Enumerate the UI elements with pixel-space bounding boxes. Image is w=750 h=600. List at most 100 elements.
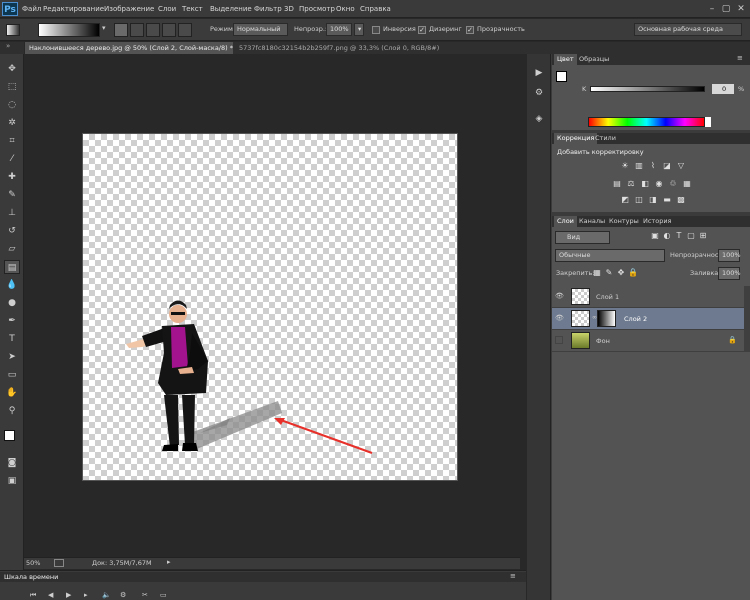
workspace-select[interactable]: Основная рабочая среда <box>634 23 742 36</box>
eye-icon[interactable]: 👁 <box>555 314 564 322</box>
properties-panel-icon[interactable]: ◈ <box>531 112 547 126</box>
eye-icon[interactable]: 👁 <box>555 292 564 300</box>
play-icon[interactable]: ▶ <box>66 591 71 599</box>
filter-type-icon[interactable]: T <box>674 231 684 241</box>
tab-color[interactable]: Цвет <box>554 54 577 65</box>
status-icon[interactable] <box>54 559 64 567</box>
tab-adjustments[interactable]: Коррекция <box>554 133 598 144</box>
pen-tool-icon[interactable]: ✒ <box>4 314 20 328</box>
layer-name[interactable]: Слой 2 <box>624 315 647 323</box>
opacity-input[interactable]: 100% <box>326 23 352 36</box>
selective-color-icon[interactable]: ▩ <box>676 195 686 205</box>
menu-select[interactable]: Выделение <box>210 0 252 18</box>
history-brush-tool-icon[interactable]: ↺ <box>4 224 20 238</box>
maximize-icon[interactable]: ▢ <box>720 3 732 15</box>
panel-menu-icon[interactable]: ≡ <box>510 572 516 580</box>
hue-saturation-icon[interactable]: ▤ <box>612 179 622 189</box>
tab-paths[interactable]: Контуры <box>606 216 642 227</box>
diamond-gradient-icon[interactable] <box>178 23 192 37</box>
layer-name[interactable]: Слой 1 <box>596 293 619 301</box>
marquee-tool-icon[interactable]: ⬚ <box>4 80 20 94</box>
lock-pixels-icon[interactable]: ✎ <box>604 268 614 278</box>
lasso-tool-icon[interactable]: ◌ <box>4 98 20 112</box>
brush-panel-icon[interactable]: ⚙ <box>531 86 547 100</box>
channel-mixer-icon[interactable]: ♲ <box>668 179 678 189</box>
filter-adjust-icon[interactable]: ◐ <box>662 231 672 241</box>
vibrance-icon[interactable]: ▽ <box>676 161 686 171</box>
fill-input[interactable]: 100% <box>718 267 741 280</box>
color-spectrum-bar[interactable] <box>588 117 705 127</box>
settings-icon[interactable]: ⚙ <box>120 591 126 599</box>
gradient-tool-icon[interactable] <box>6 24 20 36</box>
angle-gradient-icon[interactable] <box>146 23 160 37</box>
menu-edit[interactable]: Редактирование <box>43 0 104 18</box>
zoom-level[interactable]: 50% <box>26 559 40 567</box>
type-tool-icon[interactable]: T <box>4 332 20 346</box>
posterize-icon[interactable]: ◫ <box>634 195 644 205</box>
status-menu-arrow-icon[interactable]: ▸ <box>167 558 171 566</box>
timeline-title[interactable]: Шкала времени <box>4 573 58 581</box>
black-white-icon[interactable]: ◧ <box>640 179 650 189</box>
menu-text[interactable]: Текст <box>182 0 203 18</box>
blend-mode-select[interactable]: Обычные <box>555 249 665 262</box>
invert-icon[interactable]: ◩ <box>620 195 630 205</box>
tab-history[interactable]: История <box>640 216 674 227</box>
opacity-dropdown[interactable]: ▾ <box>354 23 364 36</box>
tab-document-2[interactable]: 5737fc8180c32154b2b259f7.png @ 33,3% (Сл… <box>235 42 465 54</box>
menu-image[interactable]: Изображение <box>104 0 154 18</box>
scissors-icon[interactable]: ✂ <box>142 591 148 599</box>
exposure-icon[interactable]: ◪ <box>662 161 672 171</box>
tab-styles[interactable]: Стили <box>592 133 619 144</box>
healing-brush-tool-icon[interactable]: ✚ <box>4 170 20 184</box>
layer-row[interactable]: Фон 🔒 <box>552 330 744 352</box>
history-panel-icon[interactable]: ▶ <box>531 66 547 80</box>
tab-swatches[interactable]: Образцы <box>576 54 612 65</box>
radial-gradient-icon[interactable] <box>130 23 144 37</box>
eyedropper-tool-icon[interactable]: ⁄ <box>4 152 20 166</box>
layer-row[interactable]: 👁 Слой 1 <box>552 286 744 308</box>
layer-filter-select[interactable]: Вид <box>555 231 610 244</box>
linear-gradient-icon[interactable] <box>114 23 128 37</box>
quick-mask-icon[interactable]: ◙ <box>4 456 20 470</box>
prev-frame-icon[interactable]: ◀ <box>48 591 53 599</box>
white-swatch[interactable] <box>705 117 711 127</box>
layer-name[interactable]: Фон <box>596 337 610 345</box>
layer-mask-thumbnail[interactable] <box>597 310 616 327</box>
k-slider[interactable] <box>590 86 705 92</box>
transparency-checkbox[interactable]: ✓ <box>466 26 474 34</box>
lock-transparent-icon[interactable]: ▦ <box>592 268 602 278</box>
inverse-checkbox[interactable] <box>372 26 380 34</box>
zoom-tool-icon[interactable]: ⚲ <box>4 404 20 418</box>
filter-shape-icon[interactable]: ▢ <box>686 231 696 241</box>
color-balance-icon[interactable]: ⚖ <box>626 179 636 189</box>
magic-wand-tool-icon[interactable]: ✲ <box>4 116 20 130</box>
close-icon[interactable]: ✕ <box>735 3 747 15</box>
color-lookup-icon[interactable]: ▦ <box>682 179 692 189</box>
menu-help[interactable]: Справка <box>360 0 391 18</box>
menu-filter[interactable]: Фильтр <box>254 0 282 18</box>
toolbar-collapse-icon[interactable]: » <box>0 42 24 54</box>
k-value-input[interactable]: 0 <box>712 84 734 94</box>
curves-icon[interactable]: ⌇ <box>648 161 658 171</box>
lock-all-icon[interactable]: 🔒 <box>628 268 638 278</box>
color-foreground-swatch[interactable] <box>556 71 567 82</box>
layer-row-selected[interactable]: 👁 ∞ Слой 2 <box>552 308 744 330</box>
tab-layers[interactable]: Слои <box>554 216 577 227</box>
screen-mode-icon[interactable]: ▣ <box>4 474 20 488</box>
dither-checkbox[interactable]: ✓ <box>418 26 426 34</box>
menu-layers[interactable]: Слои <box>158 0 176 18</box>
dodge-tool-icon[interactable]: ● <box>4 296 20 310</box>
mode-select[interactable]: Нормальный <box>233 23 288 36</box>
brightness-icon[interactable]: ☀ <box>620 161 630 171</box>
shape-tool-icon[interactable]: ▭ <box>4 368 20 382</box>
filter-pixel-icon[interactable]: ▣ <box>650 231 660 241</box>
panel-menu-icon[interactable]: ≡ <box>737 54 743 62</box>
menu-3d[interactable]: 3D <box>284 0 294 18</box>
gradient-picker[interactable] <box>38 23 100 37</box>
layers-scrollbar[interactable] <box>744 286 750 352</box>
crop-tool-icon[interactable]: ⌗ <box>4 134 20 148</box>
tab-channels[interactable]: Каналы <box>576 216 608 227</box>
clone-stamp-tool-icon[interactable]: ⊥ <box>4 206 20 220</box>
levels-icon[interactable]: ▥ <box>634 161 644 171</box>
next-frame-icon[interactable]: ▸ <box>84 591 88 599</box>
